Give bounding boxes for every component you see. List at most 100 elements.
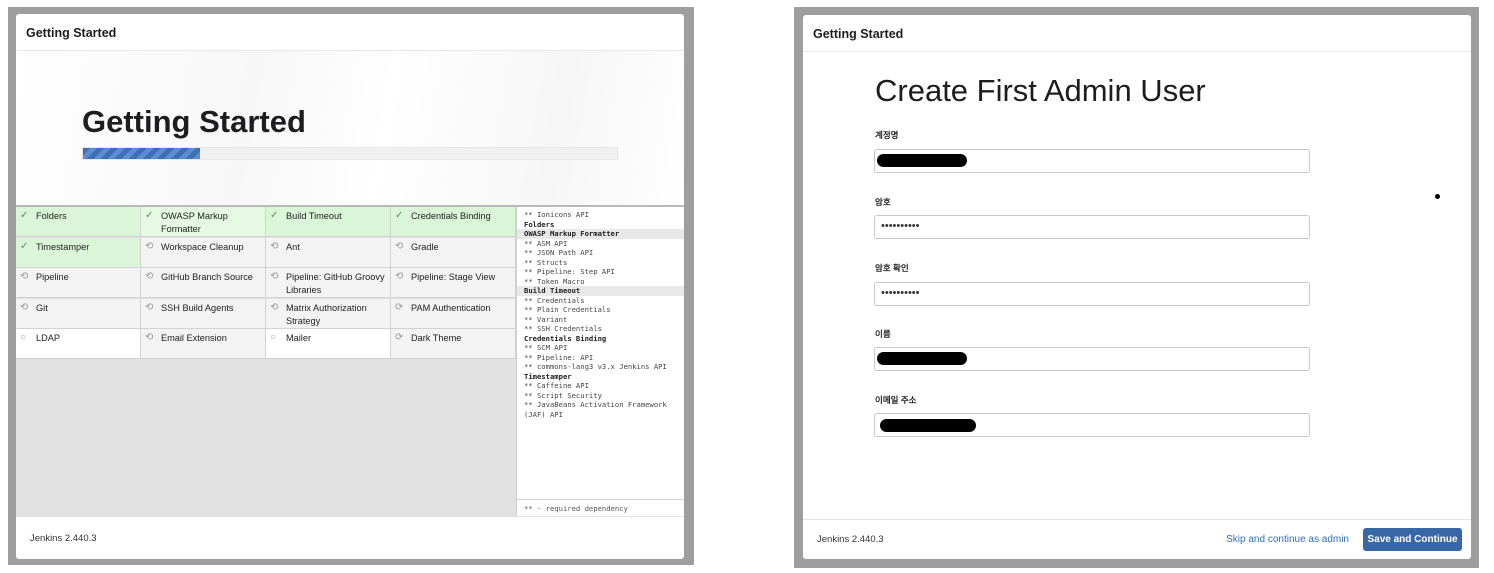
plugin-item: ○ LDAP xyxy=(16,329,141,359)
password-input[interactable]: •••••••••• xyxy=(874,215,1310,239)
refresh-icon: ⟲ xyxy=(270,271,279,282)
skip-and-continue-link[interactable]: Skip and continue as admin xyxy=(1226,534,1349,545)
plugin-name: PAM Authentication xyxy=(411,302,491,313)
log-dependency-line: ** JavaBeans Activation Framework (JAF) … xyxy=(524,400,672,419)
plugin-item: ⟲ SSH Build Agents xyxy=(141,298,266,329)
install-progress-fill xyxy=(83,148,201,159)
email-input[interactable] xyxy=(874,413,1310,437)
save-and-continue-button[interactable]: Save and Continue xyxy=(1363,528,1462,551)
log-dependency-line: ** Credentials xyxy=(524,295,585,305)
plugin-name: Dark Theme xyxy=(411,333,462,343)
plugin-item: ⟲ Pipeline xyxy=(16,268,141,298)
check-icon: ✓ xyxy=(20,210,29,221)
plugin-item: ⟲ Pipeline: GitHub Groovy Libraries xyxy=(266,268,391,298)
dialog-footer: Jenkins 2.440.3 Skip and continue as adm… xyxy=(803,519,1471,559)
form-title: Create First Admin User xyxy=(875,73,1206,108)
log-dependency-line: ** Pipeline: API xyxy=(524,352,594,362)
password-label: 암호 xyxy=(875,197,891,207)
refresh-icon: ⟲ xyxy=(270,301,279,313)
dialog-header-title: Getting Started xyxy=(26,26,117,40)
fullname-label: 이름 xyxy=(875,329,891,339)
log-dependency-line: ** commons-lang3 v3.x Jenkins API xyxy=(524,362,667,371)
log-dependency-line: ** Caffeine API xyxy=(524,381,589,390)
redaction-mark xyxy=(877,352,967,365)
log-plugin-heading: Build Timeout xyxy=(517,286,684,296)
plugin-grid: ✓ Folders ✓ OWASP Markup Formatter ✓ Build Ti… xyxy=(16,207,516,517)
plugin-name: Git xyxy=(36,302,48,313)
create-admin-dialog: Getting Started Create First Admin User … xyxy=(803,15,1471,559)
password-confirm-input[interactable]: •••••••••• xyxy=(874,282,1310,306)
log-dependency-line: ** ASM API xyxy=(524,238,568,248)
log-dependency-line: ** Plain Credentials xyxy=(524,305,611,314)
log-plugin-heading: Credentials Binding xyxy=(524,333,607,343)
log-plugin-heading: Timestamper xyxy=(524,371,572,381)
page-title: Getting Started xyxy=(82,104,306,139)
dialog-footer: Jenkins 2.440.3 xyxy=(16,516,684,559)
plugin-name: Timestamper xyxy=(36,241,90,252)
log-dependency-line: ** JSON Path API xyxy=(524,248,594,257)
cursor-dot xyxy=(1435,194,1440,199)
plugin-name: OWASP Markup Formatter xyxy=(161,211,228,234)
plugin-name: LDAP xyxy=(36,333,61,343)
check-icon: ✓ xyxy=(270,210,279,221)
refresh-icon: ⟲ xyxy=(20,271,29,282)
plugin-name: Build Timeout xyxy=(286,211,342,221)
plugin-name: Pipeline: Stage View xyxy=(411,272,496,282)
log-legend: ** - required dependency xyxy=(517,499,684,517)
plugin-item: ⟲ Email Extension xyxy=(141,329,266,359)
plugin-item: ⟲ Gradle xyxy=(391,237,516,268)
install-log-lines: ** Ionicons API Folders OWASP Markup Forma… xyxy=(517,207,684,419)
plugin-name: Pipeline xyxy=(36,272,69,282)
check-icon: ✓ xyxy=(395,210,404,221)
plugin-name: Pipeline: GitHub Groovy Libraries xyxy=(286,272,385,295)
install-log-panel[interactable]: ** Ionicons API Folders OWASP Markup Forma… xyxy=(516,207,684,517)
refresh-icon: ⟲ xyxy=(145,332,154,343)
log-plugin-heading: Folders xyxy=(524,219,555,229)
hero-banner: Getting Started xyxy=(16,51,684,207)
username-input[interactable] xyxy=(874,149,1310,173)
email-label: 이메일 주소 xyxy=(875,395,917,405)
plugin-name: Matrix Authorization Strategy xyxy=(286,302,367,326)
plugin-item: ✓ Credentials Binding xyxy=(391,207,516,237)
plugin-name: Workspace Cleanup xyxy=(161,241,244,252)
plugin-name: Credentials Binding xyxy=(411,211,491,221)
redaction-mark xyxy=(877,154,967,167)
fullname-input[interactable] xyxy=(874,347,1310,371)
jenkins-version: Jenkins 2.440.3 xyxy=(30,532,97,544)
plugin-name: Email Extension xyxy=(161,333,227,343)
dialog-header: Getting Started xyxy=(16,14,684,51)
refresh-icon: ⟲ xyxy=(20,301,29,313)
check-icon: ✓ xyxy=(20,240,29,252)
refresh-icon: ⟲ xyxy=(395,271,404,282)
log-dependency-line: ** SCM API xyxy=(524,343,568,352)
plugin-name: Folders xyxy=(36,211,67,221)
check-icon: ✓ xyxy=(145,210,154,221)
plugin-item: ⟳ PAM Authentication xyxy=(391,298,516,329)
plugin-item: ✓ OWASP Markup Formatter xyxy=(141,207,266,237)
log-dependency-line: ** Structs xyxy=(524,257,568,267)
plugin-item: ⟲ Matrix Authorization Strategy xyxy=(266,298,391,329)
plugin-item: ⟲ Ant xyxy=(266,237,391,268)
plugin-item: ○ Mailer xyxy=(266,329,391,359)
redaction-mark xyxy=(880,419,976,432)
refresh-icon: ⟳ xyxy=(395,332,404,343)
refresh-icon: ⟲ xyxy=(145,240,154,252)
log-dependency-line: ** Ionicons API xyxy=(524,210,589,219)
log-dependency-line: ** SSH Credentials xyxy=(524,324,602,333)
circle-icon: ○ xyxy=(270,332,277,343)
plugin-install-dialog: Getting Started Getting Started ✓ Folders… xyxy=(16,14,684,559)
dialog-header-title: Getting Started xyxy=(813,27,904,41)
plugin-item: ⟳ Dark Theme xyxy=(391,329,516,359)
log-dependency-line: ** Pipeline: Step API xyxy=(524,267,615,276)
circle-icon: ○ xyxy=(20,332,27,343)
jenkins-version: Jenkins 2.440.3 xyxy=(817,534,884,545)
install-progress-bar xyxy=(82,147,618,160)
plugin-name: Ant xyxy=(286,241,300,252)
password-confirm-label: 암호 확인 xyxy=(875,263,909,273)
log-dependency-line: ** Script Security xyxy=(524,390,602,400)
plugin-name: Mailer xyxy=(286,333,312,343)
plugin-name: Gradle xyxy=(411,241,439,252)
username-label: 계정명 xyxy=(875,130,899,140)
plugin-item: ⟲ Pipeline: Stage View xyxy=(391,268,516,298)
plugin-item: ⟲ Git xyxy=(16,298,141,329)
